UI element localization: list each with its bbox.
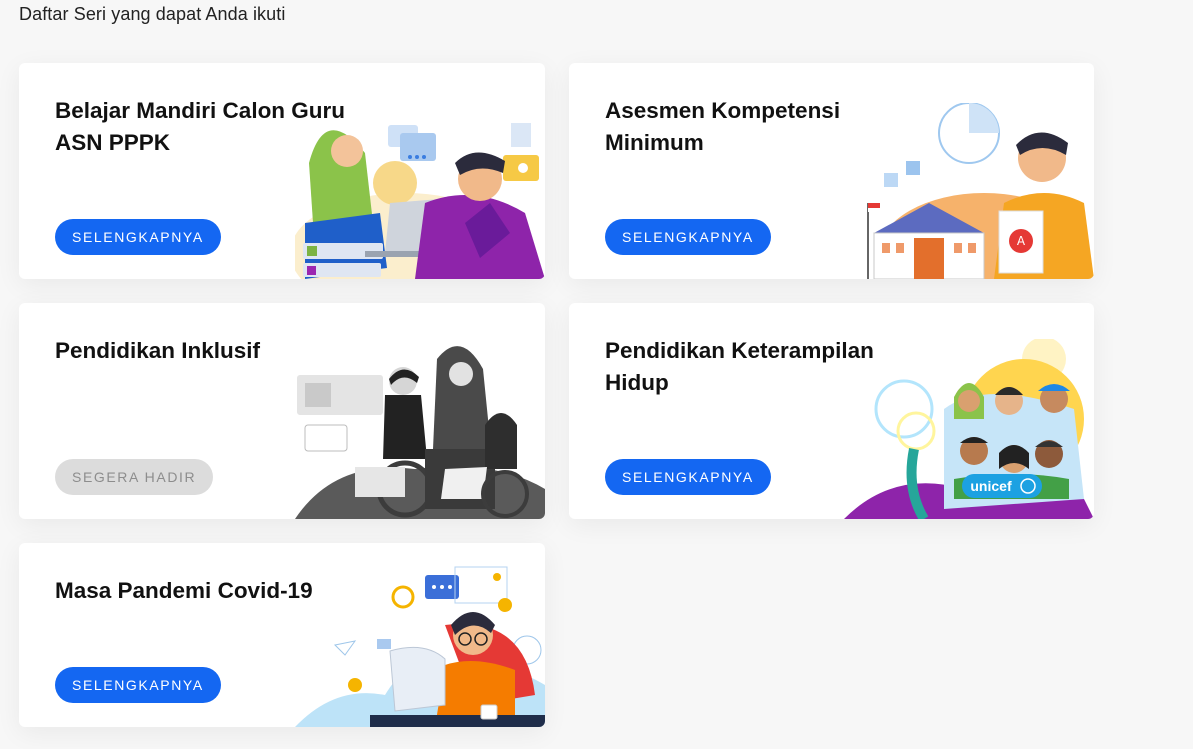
series-card-keterampilan-hidup[interactable]: Pendidikan Keterampilan Hidup SELENGKAPN…: [569, 303, 1094, 519]
selengkapnya-button[interactable]: SELENGKAPNYA: [55, 667, 221, 703]
card-title: Pendidikan Keterampilan Hidup: [605, 338, 874, 395]
series-card-asn-pppk[interactable]: Belajar Mandiri Calon Guru ASN PPPK SELE…: [19, 63, 545, 279]
segera-hadir-button: SEGERA HADIR: [55, 459, 214, 495]
selengkapnya-button[interactable]: SELENGKAPNYA: [605, 219, 771, 255]
series-card-inklusif[interactable]: Pendidikan Inklusif SEGERA HADIR: [19, 303, 545, 519]
svg-text:A: A: [1017, 234, 1026, 248]
card-title: Masa Pandemi Covid-19: [55, 578, 313, 603]
selengkapnya-button[interactable]: SELENGKAPNYA: [605, 459, 771, 495]
unicef-logo: unicef: [970, 478, 1012, 494]
series-card-covid[interactable]: Masa Pandemi Covid-19 SELENGKAPNYA: [19, 543, 545, 727]
series-card-akm[interactable]: Asesmen Kompetensi Minimum SELENGKAPNYA …: [569, 63, 1094, 279]
selengkapnya-button[interactable]: SELENGKAPNYA: [55, 219, 221, 255]
card-title: Asesmen Kompetensi Minimum: [605, 98, 841, 155]
card-title: Pendidikan Inklusif: [55, 338, 261, 363]
card-title: Belajar Mandiri Calon Guru ASN PPPK: [55, 98, 346, 155]
page-title: Daftar Seri yang dapat Anda ikuti: [19, 4, 286, 24]
